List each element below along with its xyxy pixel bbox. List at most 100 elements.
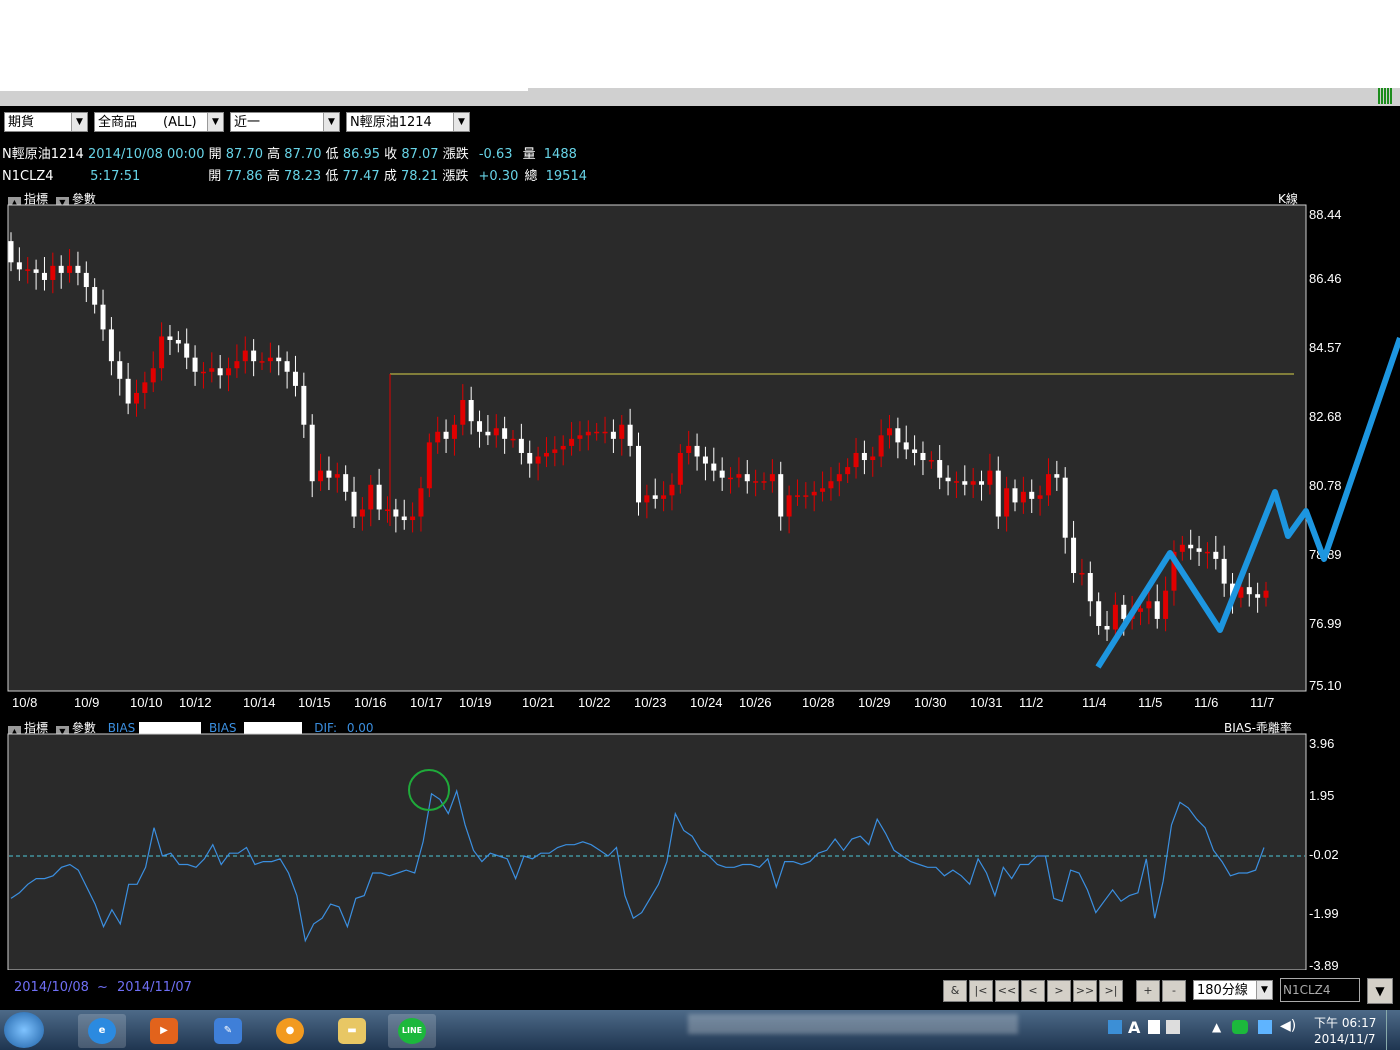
candle-body xyxy=(594,431,600,434)
candle-body xyxy=(1246,587,1252,595)
candle-body xyxy=(845,467,851,475)
candle-body xyxy=(301,385,307,425)
x-tick-label: 10/24 xyxy=(690,695,723,710)
start-orb-icon[interactable] xyxy=(4,1012,44,1048)
interval-select[interactable]: 180分線 ▼ xyxy=(1193,980,1273,1000)
candle-body xyxy=(1263,590,1269,598)
network-icon[interactable] xyxy=(1108,1020,1122,1034)
bias-y-tick-label: 3.96 xyxy=(1309,736,1334,751)
volume-icon[interactable]: ◀) xyxy=(1280,1018,1296,1034)
candle-body xyxy=(970,481,976,485)
candle-body xyxy=(702,456,708,464)
chevron-down-icon[interactable]: ▼ xyxy=(1367,978,1393,1004)
document-icon[interactable] xyxy=(1148,1020,1160,1034)
date-separator: ~ xyxy=(97,980,108,995)
candle-body xyxy=(1004,488,1010,517)
candle-body xyxy=(1020,491,1026,503)
show-desktop-button[interactable] xyxy=(1386,1010,1399,1050)
candle-body xyxy=(1163,590,1169,619)
zoom-in-button[interactable]: + xyxy=(1136,980,1160,1002)
candle-body xyxy=(292,371,298,386)
nav-button-amp[interactable]: & xyxy=(943,980,967,1002)
candle-body xyxy=(1037,495,1043,499)
nav-last-button[interactable]: >| xyxy=(1099,980,1123,1002)
candle-body xyxy=(736,474,742,478)
candle-body xyxy=(134,392,139,404)
candle-body xyxy=(150,368,156,383)
candle-body xyxy=(1104,625,1110,630)
x-tick-label: 10/15 xyxy=(298,695,331,710)
candle-body xyxy=(1255,594,1261,598)
bias-y-tick-label: -0.02 xyxy=(1309,847,1339,862)
candle-body xyxy=(318,470,324,482)
candle-body xyxy=(1079,573,1085,575)
candle-body xyxy=(895,428,901,443)
x-tick-label: 11/4 xyxy=(1082,695,1106,710)
nav-first-button[interactable]: |< xyxy=(969,980,993,1002)
x-tick-label: 10/17 xyxy=(410,695,443,710)
chevron-up-icon[interactable]: ▲ xyxy=(1212,1020,1221,1034)
candle-body xyxy=(418,488,424,517)
bias-y-tick-label: 1.95 xyxy=(1309,788,1334,803)
internet-explorer-icon[interactable]: e xyxy=(78,1014,126,1048)
candle-body xyxy=(728,477,734,480)
candle-body xyxy=(117,361,123,379)
line-app-icon[interactable]: LINE xyxy=(388,1014,436,1048)
candle-body xyxy=(711,463,717,471)
candle-body xyxy=(677,452,683,485)
bias-y-tick-label: -1.99 xyxy=(1309,906,1339,921)
y-tick-label: 86.46 xyxy=(1309,271,1342,286)
candle-body xyxy=(661,495,667,499)
candle-body xyxy=(1096,601,1102,626)
candle-body xyxy=(359,509,365,517)
folder-icon[interactable]: ▬ xyxy=(328,1014,376,1048)
candle-body xyxy=(912,449,918,453)
nav-back-button[interactable]: < xyxy=(1021,980,1045,1002)
zoom-out-button[interactable]: - xyxy=(1162,980,1186,1002)
price-chart[interactable]: 10/8 10/9 10/10 10/12 10/14 10/15 10/16 10/17 10… xyxy=(0,106,1400,970)
ime-indicator[interactable]: A xyxy=(1128,1018,1140,1037)
candle-body xyxy=(83,272,89,288)
line-tray-icon[interactable] xyxy=(1232,1020,1248,1034)
trading-window: 期貨 ▼ 全商品 (ALL) ▼ 近一 ▼ N輕原油1214 ▼ N輕原油121… xyxy=(0,106,1400,1010)
candle-body xyxy=(794,495,800,497)
candle-body xyxy=(451,424,457,439)
date-from: 2014/10/08 xyxy=(14,980,89,995)
candle-body xyxy=(861,452,867,461)
candle-body xyxy=(527,452,533,464)
candle-body xyxy=(192,357,198,372)
keyboard-icon[interactable] xyxy=(1166,1020,1180,1034)
candle-body xyxy=(636,445,641,503)
nav-fast-back-button[interactable]: << xyxy=(995,980,1019,1002)
candle-body xyxy=(903,442,909,450)
x-tick-label: 10/16 xyxy=(354,695,387,710)
candle-body xyxy=(1062,477,1068,538)
candle-body xyxy=(828,481,834,489)
chevron-down-icon[interactable]: ▼ xyxy=(1256,981,1272,999)
nav-forward-button[interactable]: > xyxy=(1047,980,1071,1002)
candle-body xyxy=(426,442,432,489)
candle-body xyxy=(184,343,190,358)
paint-brush-icon[interactable]: ✎ xyxy=(204,1014,252,1048)
candle-body xyxy=(41,272,47,280)
nav-fast-forward-button[interactable]: >> xyxy=(1073,980,1097,1002)
taskbar: e ▶ ✎ ● ▬ LINE A ▲ ◀) 下午 06:17 2014/11/7 xyxy=(0,1010,1400,1050)
clock-time[interactable]: 下午 06:17 xyxy=(1314,1014,1376,1031)
bias-y-tick-label: -3.89 xyxy=(1309,958,1339,970)
x-tick-label: 10/29 xyxy=(858,695,891,710)
candle-body xyxy=(502,428,508,439)
candle-body xyxy=(251,350,257,362)
media-player-icon[interactable]: ▶ xyxy=(140,1014,188,1048)
candle-body xyxy=(493,428,499,436)
candle-body xyxy=(108,329,114,362)
orange-app-icon[interactable]: ● xyxy=(266,1014,314,1048)
clock-date[interactable]: 2014/11/7 xyxy=(1314,1032,1376,1046)
y-tick-label: 84.57 xyxy=(1309,340,1342,355)
symbol-input[interactable]: N1CLZ4 xyxy=(1280,978,1360,1002)
candle-body xyxy=(602,431,608,434)
candle-body xyxy=(1204,551,1210,554)
x-tick-label: 10/14 xyxy=(243,695,276,710)
candle-body xyxy=(1071,537,1077,574)
flag-icon[interactable] xyxy=(1258,1020,1272,1034)
candle-body xyxy=(560,445,566,450)
